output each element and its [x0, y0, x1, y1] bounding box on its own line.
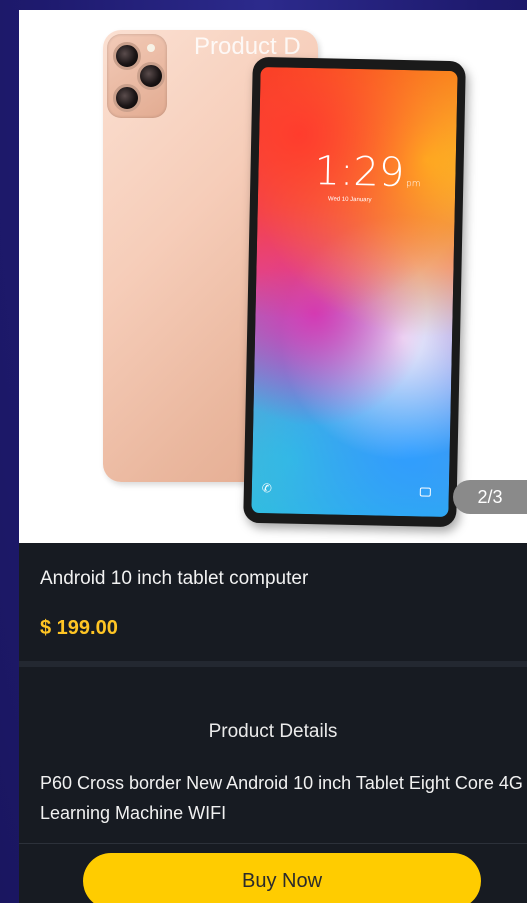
phone-icon: ✆ [261, 481, 273, 496]
section-divider [19, 661, 527, 667]
product-image-carousel[interactable]: Product D 1:29pm Wed 10 January ✆ 2/3 [19, 10, 527, 543]
camera-module [107, 34, 167, 118]
details-heading: Product Details [208, 721, 338, 742]
buy-now-button[interactable]: Buy Now [83, 853, 481, 903]
product-detail-panel: Product D 1:29pm Wed 10 January ✆ 2/3 An… [19, 10, 527, 903]
tablet-clock: 1:29pm [314, 148, 421, 197]
tablet-front-image: 1:29pm Wed 10 January ✆ [243, 56, 466, 528]
camera-icon [419, 487, 431, 497]
section-divider [19, 843, 527, 844]
product-price: $ 199.00 [40, 617, 118, 639]
tablet-date: Wed 10 January [327, 196, 372, 204]
details-description: P60 Cross border New Android 10 inch Tab… [40, 773, 523, 823]
tablet-screen: 1:29pm Wed 10 January ✆ [251, 66, 458, 518]
image-counter-badge: 2/3 [453, 480, 527, 514]
product-name: Android 10 inch tablet computer [40, 568, 309, 589]
